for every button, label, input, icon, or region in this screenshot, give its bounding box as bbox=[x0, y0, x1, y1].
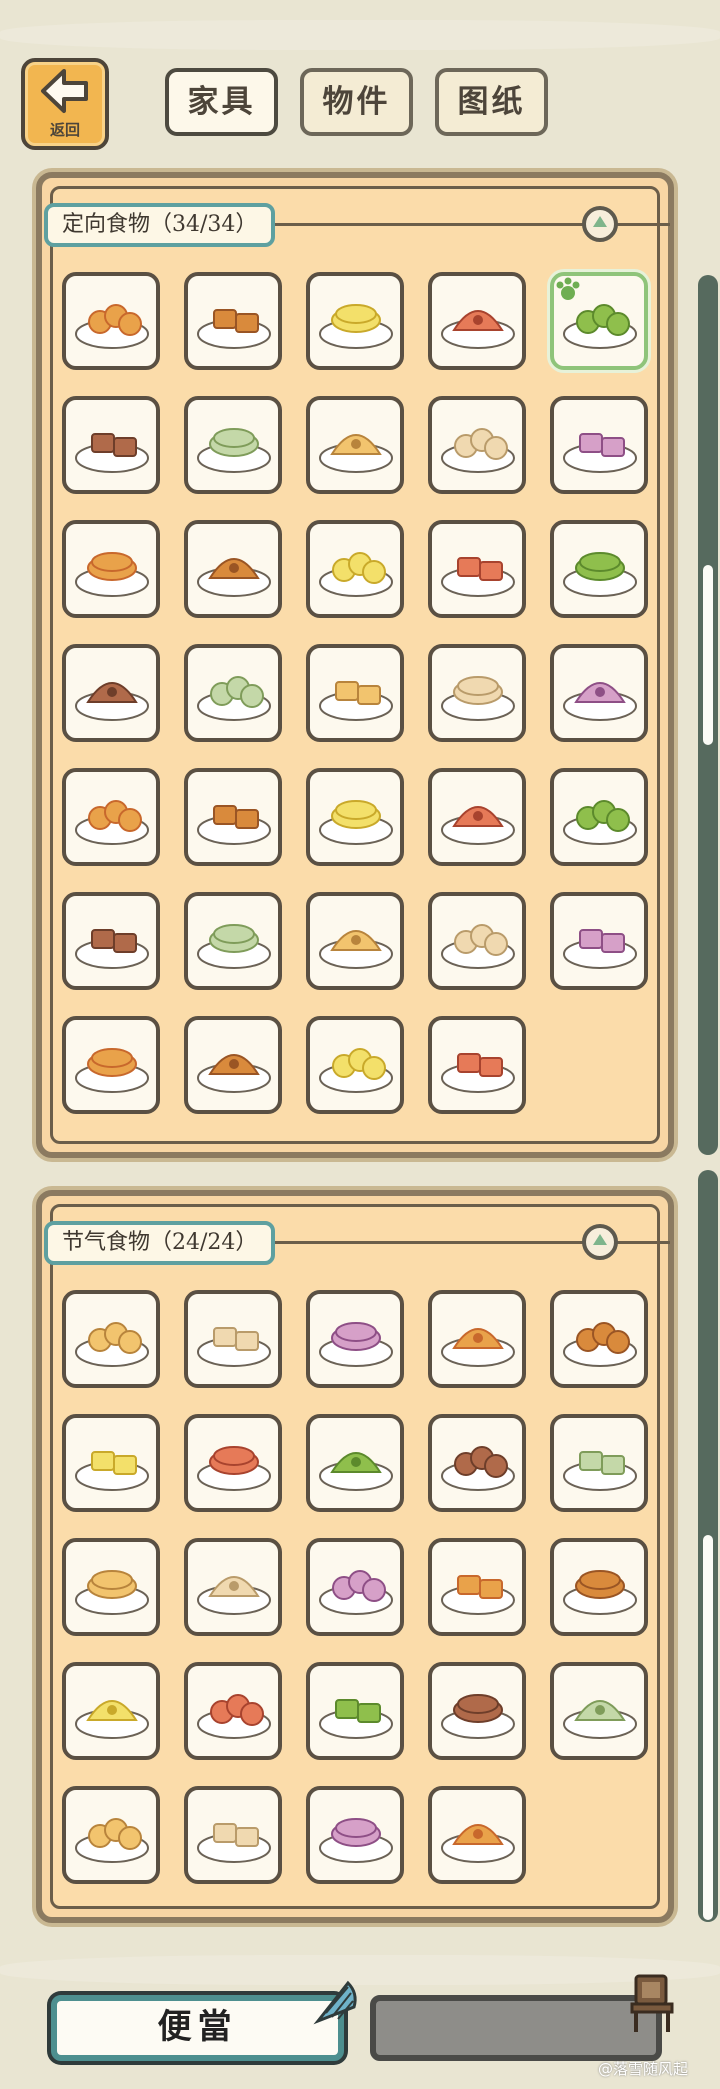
paw-cursor-icon bbox=[556, 277, 580, 300]
food-item-shumai[interactable] bbox=[550, 1662, 648, 1760]
food-item-brown-squares[interactable] bbox=[428, 1414, 526, 1512]
food-item-pumpkin-cakes[interactable] bbox=[550, 396, 648, 494]
food-item-fruit-bowl[interactable] bbox=[306, 1786, 404, 1884]
shell-icon bbox=[313, 1980, 357, 2025]
food-item-jelly-bowl[interactable] bbox=[62, 1786, 160, 1884]
food-item-orange-buns-2[interactable] bbox=[62, 644, 160, 742]
bento-button[interactable]: 便當 bbox=[51, 1995, 344, 2061]
food-item-green-rice-balls[interactable] bbox=[550, 1538, 648, 1636]
food-item-spring-roll-plate[interactable] bbox=[62, 1538, 160, 1636]
food-item-pickle-jar[interactable] bbox=[184, 1538, 282, 1636]
food-item-omelette[interactable] bbox=[550, 644, 648, 742]
food-item-sliced-meat[interactable] bbox=[62, 1290, 160, 1388]
food-item-tofu-cubes[interactable] bbox=[184, 1016, 282, 1114]
scrollbar-thumb-solar-term[interactable] bbox=[703, 1535, 713, 1920]
food-item-stew-bowl[interactable] bbox=[550, 1290, 648, 1388]
food-item-skewers[interactable] bbox=[306, 1290, 404, 1388]
watermark: @落雪随风起 bbox=[598, 2060, 689, 2078]
food-item-fried-rolls[interactable] bbox=[550, 892, 648, 990]
tab-blueprints[interactable]: 图纸 bbox=[435, 68, 548, 136]
food-item-cookie-stack[interactable] bbox=[306, 520, 404, 618]
food-item-golden-rolls[interactable] bbox=[550, 768, 648, 866]
food-item-crispy-pancakes[interactable] bbox=[306, 892, 404, 990]
back-button[interactable]: 返回 bbox=[21, 58, 109, 150]
food-item-porridge[interactable] bbox=[184, 1662, 282, 1760]
food-item-shaved-ice[interactable] bbox=[184, 1786, 282, 1884]
food-item-rice-cakes[interactable] bbox=[428, 1786, 526, 1884]
food-item-fish-balls[interactable] bbox=[306, 1414, 404, 1512]
collapse-toggle-directional[interactable] bbox=[582, 206, 618, 242]
food-item-round-pancakes[interactable] bbox=[184, 272, 282, 370]
food-item-flower-cookies[interactable] bbox=[550, 272, 648, 370]
food-item-orange-pancake[interactable] bbox=[62, 1016, 160, 1114]
food-item-rolls-tray[interactable] bbox=[306, 396, 404, 494]
food-item-egg-custard[interactable] bbox=[184, 1414, 282, 1512]
section-title-directional: 定向食物（34/34） bbox=[44, 203, 276, 247]
food-item-pie-slices[interactable] bbox=[428, 1016, 526, 1114]
food-item-layer-cake[interactable] bbox=[550, 520, 648, 618]
scrollbar-thumb-directional[interactable] bbox=[703, 565, 713, 745]
food-item-flower-cake[interactable] bbox=[428, 1538, 526, 1636]
food-item-yellow-balls[interactable] bbox=[428, 892, 526, 990]
food-item-white-buns[interactable] bbox=[62, 768, 160, 866]
food-item-roast-plate[interactable] bbox=[62, 1414, 160, 1512]
food-item-dumpling-plate[interactable] bbox=[62, 272, 160, 370]
food-item-sandwich-cakes[interactable] bbox=[306, 768, 404, 866]
food-item-flatbread-stack[interactable] bbox=[184, 892, 282, 990]
tab-furniture[interactable]: 家具 bbox=[165, 68, 278, 136]
food-item-peach-jar[interactable] bbox=[306, 1662, 404, 1760]
food-item-noodle-soup[interactable] bbox=[306, 1538, 404, 1636]
food-item-noodles-pile[interactable] bbox=[428, 520, 526, 618]
empty-slot[interactable] bbox=[370, 1995, 662, 2061]
chair-icon bbox=[630, 1974, 674, 2032]
food-item-sesame-cakes[interactable] bbox=[306, 272, 404, 370]
collapse-toggle-solar-term[interactable] bbox=[582, 1224, 618, 1260]
food-item-yellow-cake-slices[interactable] bbox=[428, 396, 526, 494]
food-item-mochi-cups[interactable] bbox=[428, 644, 526, 742]
tab-items[interactable]: 物件 bbox=[300, 68, 413, 136]
food-item-green-cakes[interactable] bbox=[62, 396, 160, 494]
food-item-bagel-rings[interactable] bbox=[184, 644, 282, 742]
food-item-tofu-blocks[interactable] bbox=[184, 520, 282, 618]
food-item-grey-dumplings[interactable] bbox=[306, 644, 404, 742]
section-title-solar-term: 节气食物（24/24） bbox=[44, 1221, 276, 1265]
food-item-donuts[interactable] bbox=[62, 892, 160, 990]
solar-term-food-grid bbox=[62, 1290, 648, 1884]
food-item-fried-pastry[interactable] bbox=[306, 1016, 404, 1114]
food-item-bean-soup[interactable] bbox=[550, 1414, 648, 1512]
food-item-brown-cakes[interactable] bbox=[428, 768, 526, 866]
food-item-spring-rolls[interactable] bbox=[62, 520, 160, 618]
directional-food-grid bbox=[62, 272, 648, 1114]
food-item-orange-buns[interactable] bbox=[184, 396, 282, 494]
food-item-mooncake-stamp[interactable] bbox=[428, 272, 526, 370]
food-item-steamed-buns[interactable] bbox=[184, 768, 282, 866]
food-item-purple-buns[interactable] bbox=[428, 1290, 526, 1388]
food-item-green-jar[interactable] bbox=[428, 1662, 526, 1760]
food-item-veggie-plate[interactable] bbox=[62, 1662, 160, 1760]
back-label: 返回 bbox=[49, 121, 80, 139]
food-item-soup-bowl[interactable] bbox=[184, 1290, 282, 1388]
back-arrow-icon bbox=[41, 69, 88, 113]
